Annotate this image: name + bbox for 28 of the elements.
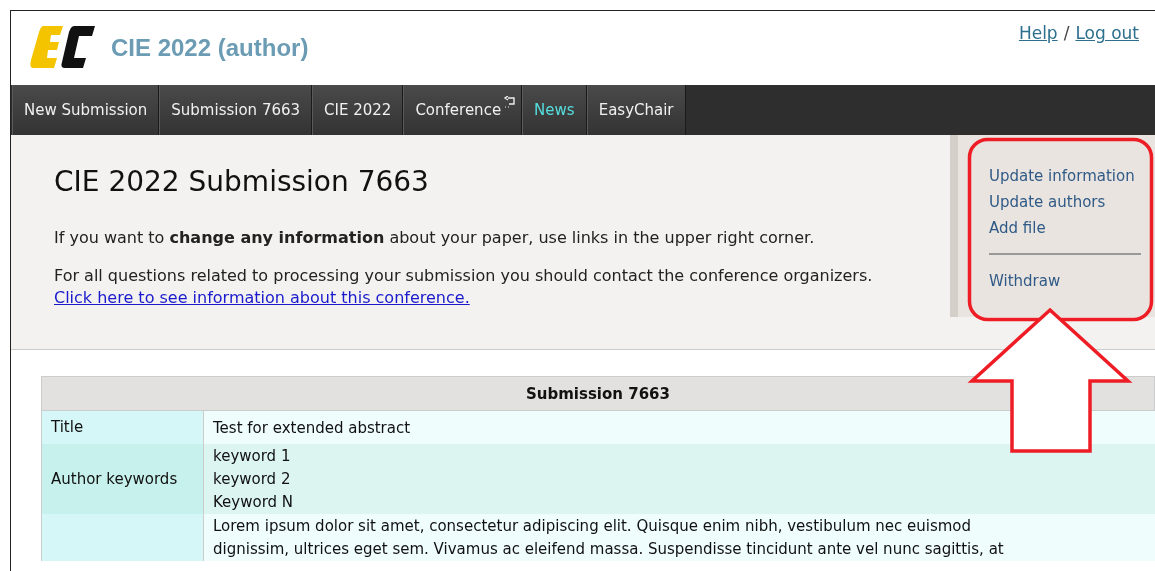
table-header: Submission 7663 <box>41 376 1155 411</box>
field-value: Lorem ipsum dolor sit amet, consectetur adipiscing elit. Quisque enim nibh, vestibulum nec euismod <box>213 516 973 537</box>
site-title: CIE 2022 (author) <box>111 34 309 62</box>
action-link[interactable]: Update authors <box>989 189 1155 215</box>
field-label: Title <box>41 410 204 444</box>
page-heading: CIE 2022 Submission 7663 <box>54 165 430 198</box>
field-value: keyword 2 <box>213 469 292 490</box>
logout-link[interactable]: Log out <box>1075 23 1139 43</box>
field-value: dignissim, ultrices eget sem. Vivamus ac eleifend massa. Suspendisse tincidunt ante vel nunc sagittis, at <box>213 539 1005 560</box>
nav-tab[interactable]: EasyChair <box>586 85 686 135</box>
nav-tab[interactable]: Submission 7663 <box>159 85 313 135</box>
field-value: Keyword N <box>213 492 295 513</box>
action-link[interactable]: Withdraw <box>989 268 1155 294</box>
field-value: Test for extended abstract <box>213 417 412 439</box>
action-link[interactable]: Update information <box>989 163 1155 189</box>
field-value: keyword 1 <box>213 446 292 467</box>
help-link[interactable]: Help <box>1018 23 1058 43</box>
nav-tab[interactable]: CIE 2022 <box>312 85 404 135</box>
nav-tab[interactable]: Conference <box>403 85 523 135</box>
nav-tab[interactable]: New Submission <box>12 85 160 135</box>
link-separator: / <box>1063 23 1070 43</box>
conference-info-link[interactable]: Click here to see information about this conference. <box>54 288 470 307</box>
field-label: Author keywords <box>41 444 204 514</box>
contact-text: For all questions related to processing your submission you should contact the conference organizers. <box>54 265 874 287</box>
action-link[interactable]: Add file <box>989 215 1155 241</box>
nav-tab[interactable]: News <box>522 85 587 135</box>
return-arrow-icon <box>503 96 518 109</box>
intro-text: If you want to change any information about your paper, use links in the upper right corner. <box>54 227 816 249</box>
